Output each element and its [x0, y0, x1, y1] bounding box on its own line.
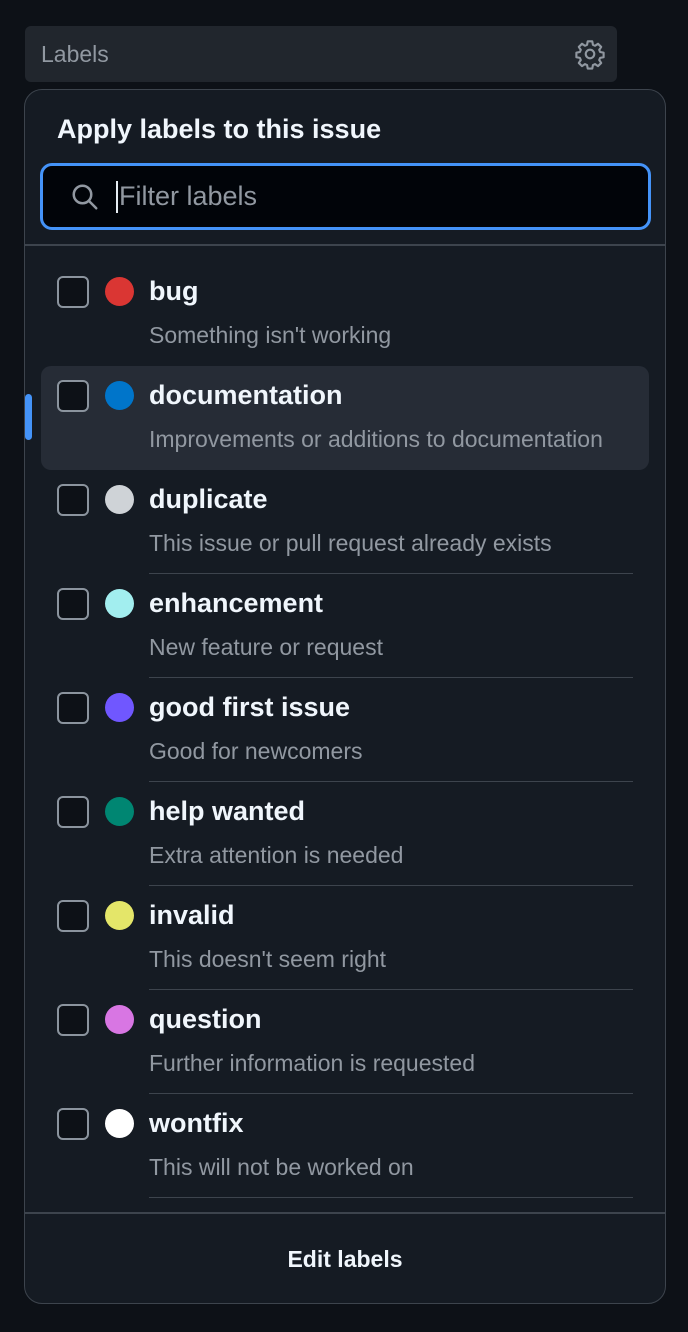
search-icon — [69, 181, 101, 213]
label-color-swatch — [105, 693, 134, 722]
label-option-good-first-issue[interactable]: good first issue Good for newcomers — [41, 678, 649, 782]
label-checkbox[interactable] — [57, 1108, 89, 1140]
label-checkbox[interactable] — [57, 900, 89, 932]
label-option-wontfix[interactable]: wontfix This will not be worked on — [41, 1094, 649, 1198]
label-option-help-wanted[interactable]: help wanted Extra attention is needed — [41, 782, 649, 886]
label-checkbox[interactable] — [57, 796, 89, 828]
label-description: Improvements or additions to documentati… — [149, 426, 603, 452]
label-description: This issue or pull request already exist… — [149, 530, 552, 556]
gear-icon[interactable] — [573, 37, 607, 71]
label-color-swatch — [105, 1005, 134, 1034]
active-indicator — [25, 394, 32, 440]
labels-sidebar-header[interactable]: Labels — [25, 26, 617, 82]
filter-labels-input[interactable] — [119, 181, 599, 212]
label-name: enhancement — [149, 588, 324, 618]
label-checkbox[interactable] — [57, 1004, 89, 1036]
label-checkbox[interactable] — [57, 692, 89, 724]
filter-labels-field[interactable] — [40, 163, 651, 230]
label-option-bug[interactable]: bug Something isn't working — [41, 262, 649, 366]
label-checkbox[interactable] — [57, 380, 89, 412]
label-option-enhancement[interactable]: enhancement New feature or request — [41, 574, 649, 678]
label-color-swatch — [105, 797, 134, 826]
label-name: question — [149, 1004, 262, 1034]
label-description: This doesn't seem right — [149, 946, 387, 972]
label-checkbox[interactable] — [57, 588, 89, 620]
label-name: duplicate — [149, 484, 268, 514]
row-separator — [149, 1196, 633, 1198]
label-checkbox[interactable] — [57, 276, 89, 308]
panel-title: Apply labels to this issue — [57, 114, 382, 144]
label-name: documentation — [149, 380, 343, 410]
label-name: help wanted — [149, 796, 306, 826]
label-description: Extra attention is needed — [149, 842, 404, 868]
label-option-duplicate[interactable]: duplicate This issue or pull request alre… — [41, 470, 649, 574]
label-description: Further information is requested — [149, 1050, 475, 1076]
text-caret — [116, 180, 118, 213]
label-name: invalid — [149, 900, 235, 930]
label-color-swatch — [105, 485, 134, 514]
label-option-question[interactable]: question Further information is requested — [41, 990, 649, 1094]
edit-labels-button[interactable]: Edit labels — [25, 1214, 665, 1303]
label-description: Something isn't working — [149, 322, 392, 348]
label-description: New feature or request — [149, 634, 383, 660]
labels-dropdown-panel: Apply labels to this issue bug Something … — [24, 89, 666, 1304]
label-name: bug — [149, 276, 199, 306]
label-color-swatch — [105, 589, 134, 618]
label-name: wontfix — [149, 1108, 244, 1138]
label-option-documentation[interactable]: documentation Improvements or additions t… — [25, 366, 649, 470]
labels-header-label: Labels — [41, 40, 109, 67]
label-checkbox[interactable] — [57, 484, 89, 516]
label-color-swatch — [105, 1109, 134, 1138]
divider — [25, 244, 665, 246]
label-color-swatch — [105, 381, 134, 410]
label-option-invalid[interactable]: invalid This doesn't seem right — [41, 886, 649, 990]
label-color-swatch — [105, 277, 134, 306]
label-color-swatch — [105, 901, 134, 930]
label-name: good first issue — [149, 692, 351, 722]
label-description: This will not be worked on — [149, 1154, 414, 1180]
label-description: Good for newcomers — [149, 738, 363, 764]
